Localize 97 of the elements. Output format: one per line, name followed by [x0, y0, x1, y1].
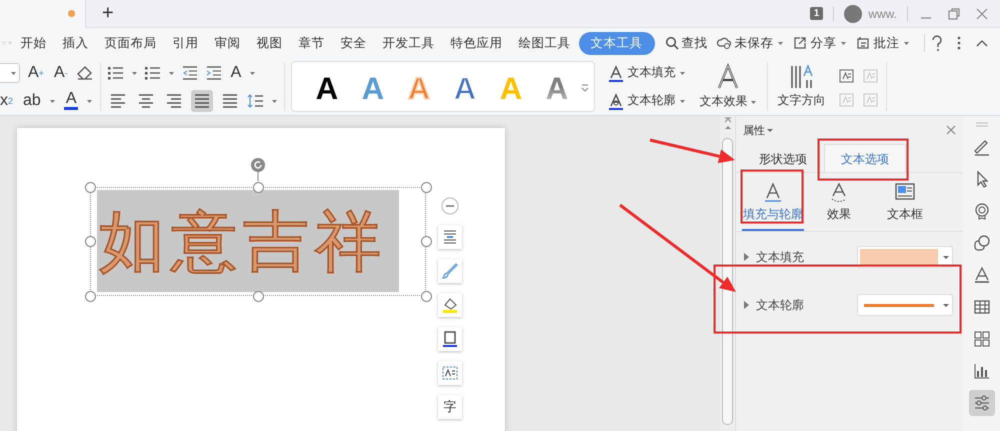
textbox-icon — [441, 364, 459, 382]
sliders-icon — [972, 394, 990, 412]
text-direction-icon — [788, 64, 815, 90]
text-style-preset[interactable]: A — [315, 70, 338, 106]
panel-title[interactable]: 属性 — [743, 122, 765, 138]
close-icon[interactable] — [945, 124, 957, 136]
avatar-icon[interactable] — [844, 4, 862, 22]
share-icon — [792, 35, 808, 51]
align-justify-icon — [192, 92, 211, 110]
panel-tab[interactable]: 文本选项 — [824, 144, 906, 172]
help-icon[interactable] — [930, 34, 944, 52]
panel-tab[interactable]: 形状选项 — [742, 144, 824, 172]
brush-icon — [441, 262, 459, 280]
menu-tab[interactable]: 安全 — [332, 32, 375, 54]
increase-indent-icon[interactable] — [204, 64, 223, 82]
line-spacing-icon[interactable] — [246, 92, 265, 110]
share-button[interactable]: 分享 — [792, 34, 847, 52]
shapes-icon — [972, 234, 990, 252]
scroll-up-icon[interactable] — [722, 124, 732, 130]
expand-arrow-icon[interactable] — [742, 252, 750, 262]
panel-subtab[interactable]: 效果 — [808, 177, 870, 231]
scroll-top-icon[interactable] — [722, 116, 732, 124]
chart-icon — [972, 362, 990, 380]
strikethrough-button[interactable]: ab — [21, 90, 43, 112]
resize-handle[interactable] — [84, 290, 96, 302]
font-size-field[interactable] — [0, 62, 20, 82]
border-button[interactable] — [438, 327, 462, 351]
close-icon[interactable] — [974, 6, 990, 22]
cloud-icon — [716, 35, 732, 51]
border-icon — [441, 330, 459, 348]
text-fill-button[interactable]: 文本填充 — [606, 64, 686, 82]
restore-icon[interactable] — [946, 6, 962, 22]
apps-icon — [972, 330, 990, 348]
decrease-indent-icon[interactable] — [180, 64, 199, 82]
fill-bucket-icon — [441, 296, 459, 314]
search-icon — [664, 36, 679, 50]
text-direction-button[interactable]: 文字方向 — [774, 64, 830, 109]
align-center-icon — [136, 92, 155, 110]
menu-tab[interactable]: 插入 — [54, 32, 97, 54]
menu-tab[interactable]: 开发工具 — [374, 32, 443, 54]
resize-handle[interactable] — [420, 182, 432, 192]
resize-handle[interactable] — [84, 182, 96, 192]
fill-bucket-button[interactable] — [438, 293, 462, 317]
expand-arrow-icon[interactable] — [742, 300, 750, 310]
drag-handle-icon[interactable] — [974, 122, 990, 128]
outline-color-dropdown[interactable] — [857, 294, 953, 316]
sliders-tool-button[interactable] — [968, 390, 994, 416]
align-left-icon — [108, 92, 127, 110]
menu-tab[interactable]: 页面布局 — [96, 32, 165, 54]
property-label: 文本轮廓 — [756, 296, 804, 314]
menu-tab[interactable]: 视图 — [248, 32, 291, 54]
resize-handle[interactable] — [84, 236, 96, 247]
table-icon — [972, 298, 990, 316]
brush-button[interactable] — [438, 259, 462, 283]
character-spacing-button[interactable]: A — [228, 62, 244, 84]
scrollbar[interactable] — [720, 116, 735, 431]
more-icon[interactable] — [956, 34, 962, 52]
text-outline-button[interactable]: 文本轮廓 — [606, 92, 686, 110]
menu-tab[interactable]: 绘图工具 — [510, 32, 579, 54]
fill-color-dropdown[interactable] — [857, 246, 953, 268]
menu-tab[interactable]: 开始 — [12, 32, 55, 54]
align-distributed-icon — [220, 92, 239, 110]
resize-handle[interactable] — [420, 236, 432, 247]
textbox-button[interactable] — [438, 361, 462, 385]
comment-button[interactable]: 批注 — [854, 34, 910, 52]
search-button[interactable]: 查找 — [664, 34, 708, 52]
fill-outline-icon — [762, 181, 784, 203]
wrap-text-button[interactable] — [438, 225, 462, 249]
rotate-handle[interactable] — [250, 157, 266, 181]
text-outline-icon — [606, 92, 625, 110]
align-justify-button[interactable] — [190, 90, 213, 112]
badge-icon — [972, 202, 990, 220]
page-count-badge: 1 — [810, 7, 824, 20]
text-direction-button[interactable]: 字 — [438, 395, 462, 419]
menu-tab[interactable]: 引用 — [164, 32, 207, 54]
pen-icon — [972, 138, 990, 156]
comment-icon — [854, 35, 871, 51]
cloud-button[interactable]: 未保存 — [716, 34, 784, 52]
text-effect-icon — [972, 266, 990, 284]
text-effects-button[interactable]: 文本效果 — [696, 63, 761, 110]
menu-tab[interactable]: 章节 — [290, 32, 333, 54]
collapse-icon[interactable] — [441, 197, 459, 215]
resize-handle[interactable] — [252, 182, 264, 192]
menu-tab[interactable]: 审阅 — [206, 32, 249, 54]
annotation-box — [740, 170, 804, 224]
new-tab-button[interactable]: + — [98, 2, 118, 25]
font-color-button[interactable]: A — [62, 90, 80, 112]
align-right-icon — [164, 92, 183, 110]
text-fill-icon — [606, 64, 625, 82]
property-label: 文本填充 — [756, 248, 804, 266]
wordart-text: 如意吉祥 — [98, 208, 387, 274]
resize-handle[interactable] — [420, 290, 432, 302]
scroll-thumb[interactable] — [722, 138, 733, 425]
wrap-text-icon — [441, 228, 459, 246]
clear-format-icon[interactable] — [76, 64, 94, 82]
panel-subtab[interactable]: 文本框 — [874, 177, 936, 231]
menu-tab[interactable]: 特色应用 — [442, 32, 511, 54]
